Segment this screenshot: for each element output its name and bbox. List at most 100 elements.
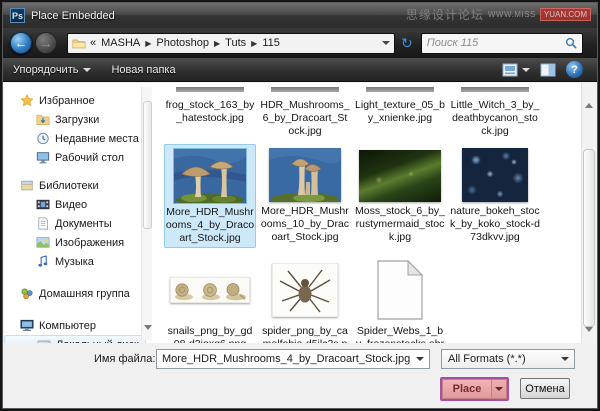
cancel-button[interactable]: Отмена	[520, 378, 570, 399]
file-name: snails_png_by_gd08-d3ioxq6.png	[165, 325, 255, 344]
back-arrow-icon: ←	[15, 37, 28, 50]
dialog-footer: Имя файла: More_HDR_Mushrooms_4_by_Draco…	[4, 343, 596, 407]
forward-button[interactable]: →	[35, 32, 57, 54]
file-item[interactable]: spider_png_by_camelfobia-d5ilc3s.png	[259, 256, 351, 344]
navigation-pane: Избранное Загрузки Недавние места	[4, 83, 152, 344]
title-bar[interactable]: Ps Place Embedded 思缘设计论坛 WWW.MISS YUAN.C…	[3, 3, 597, 28]
documents-icon	[36, 217, 50, 230]
place-button[interactable]: Place	[442, 379, 492, 399]
file-item[interactable]: HDR_Mushrooms_6_by_Dracoart_Stock.jpg	[259, 85, 351, 140]
views-icon	[502, 63, 518, 77]
file-item[interactable]: Spider_Webs_1_by_frozenstocks.abr	[354, 256, 446, 344]
forward-arrow-icon: →	[40, 37, 53, 50]
sidebar-label: Недавние места	[55, 133, 139, 145]
scroll-down-icon[interactable]	[585, 332, 594, 341]
sidebar-item-downloads[interactable]: Загрузки	[4, 110, 152, 129]
file-item[interactable]: nature_bokeh_stock_by_koko_stock-d73dkvv…	[449, 144, 541, 248]
breadcrumb-masha[interactable]: MASHA	[101, 37, 140, 49]
breadcrumb[interactable]: « MASHA ▶ Photoshop ▶ Tuts ▶ 115	[90, 37, 378, 49]
spider-thumbnail	[272, 263, 338, 317]
sidebar-item-video[interactable]: Видео	[4, 195, 152, 214]
scroll-up-icon[interactable]	[585, 86, 594, 95]
sidebar-item-documents[interactable]: Документы	[4, 214, 152, 233]
new-folder-button[interactable]: Новая папка	[101, 58, 185, 81]
file-list-scrollbar[interactable]	[581, 83, 596, 344]
file-name: spider_png_by_camelfobia-d5ilc3s.png	[260, 325, 350, 344]
filename-input[interactable]: More_HDR_Mushrooms_4_by_Dracoart_Stock.j…	[156, 349, 430, 369]
mushrooms-group-thumbnail	[269, 148, 341, 202]
sidebar-label: Компьютер	[39, 320, 96, 332]
sidebar-label: Документы	[55, 218, 112, 230]
scroll-up-icon[interactable]	[144, 90, 151, 97]
scrollbar-thumb[interactable]	[143, 101, 152, 229]
file-name: Little_Witch_3_by_deathbycanon_stock.jpg	[450, 99, 540, 138]
sidebar-label: Избранное	[39, 95, 95, 107]
file-item[interactable]: Little_Witch_3_by_deathbycanon_stock.jpg	[449, 85, 541, 140]
sidebar-item-favorites[interactable]: Избранное	[4, 91, 152, 110]
folder-icon	[72, 38, 86, 49]
address-bar[interactable]: « MASHA ▶ Photoshop ▶ Tuts ▶ 115	[67, 33, 395, 54]
file-item[interactable]: snails_png_by_gd08-d3ioxq6.png	[164, 256, 256, 344]
computer-icon	[20, 319, 34, 332]
watermark: 思缘设计论坛 WWW.MISS YUAN.COM	[406, 6, 591, 23]
views-button[interactable]	[502, 63, 530, 77]
chevron-down-icon	[83, 68, 91, 72]
organize-button[interactable]: Упорядочить	[3, 58, 101, 81]
chevron-down-icon[interactable]	[416, 357, 424, 361]
filename-label: Имя файла:	[94, 353, 155, 365]
help-icon: ?	[571, 64, 578, 76]
file-item[interactable]: Moss_stock_6_by_rustymermaid_stock.jpg	[354, 144, 446, 248]
place-split-button: Place	[440, 377, 509, 401]
main-area: Избранное Загрузки Недавние места	[4, 83, 596, 344]
refresh-icon[interactable]: ↻	[401, 36, 413, 50]
place-embedded-dialog: Ps Place Embedded 思缘设计论坛 WWW.MISS YUAN.C…	[0, 0, 600, 411]
place-dropdown-button[interactable]	[492, 379, 507, 399]
format-select[interactable]: All Formats (*.*)	[441, 349, 575, 369]
scrollbar-thumb[interactable]	[583, 149, 595, 327]
breadcrumb-115[interactable]: 115	[262, 37, 280, 49]
back-button[interactable]: ←	[10, 32, 32, 54]
place-label: Place	[453, 383, 482, 395]
chevron-down-icon	[561, 357, 569, 361]
watermark-url-highlight: YUAN.COM	[540, 8, 591, 21]
organize-label: Упорядочить	[13, 64, 78, 76]
file-item[interactable]: More_HDR_Mushrooms_10_by_Dracoart_Stock.…	[259, 144, 351, 248]
file-item[interactable]: frog_stock_163_by_hatestock.jpg	[164, 85, 256, 140]
search-input[interactable]: Поиск 115	[421, 33, 583, 54]
chevron-down-icon	[495, 387, 503, 391]
sidebar-label: Изображения	[55, 237, 124, 249]
file-name: Spider_Webs_1_by_frozenstocks.abr	[355, 325, 445, 344]
music-icon	[36, 255, 50, 268]
navigation-bar: ← → « MASHA ▶ Photoshop ▶ Tuts ▶ 115 ↻	[3, 28, 597, 58]
chevron-right-icon: ▶	[251, 39, 257, 48]
breadcrumb-tuts[interactable]: Tuts	[225, 37, 246, 49]
pictures-icon	[36, 236, 50, 249]
breadcrumb-overflow[interactable]: «	[90, 37, 96, 49]
sidebar-item-music[interactable]: Музыка	[4, 252, 152, 271]
star-icon	[20, 94, 34, 107]
file-name: HDR_Mushrooms_6_by_Dracoart_Stock.jpg	[260, 99, 350, 138]
sidebar-item-computer[interactable]: Компьютер	[4, 316, 152, 335]
preview-pane-icon[interactable]	[540, 63, 556, 77]
sidebar-item-libraries[interactable]: Библиотеки	[4, 176, 152, 195]
sidebar-item-pictures[interactable]: Изображения	[4, 233, 152, 252]
breadcrumb-photoshop[interactable]: Photoshop	[156, 37, 209, 49]
scroll-down-icon[interactable]	[144, 330, 151, 337]
file-thumbnail-cutoff	[176, 87, 244, 92]
address-dropdown-icon[interactable]	[382, 41, 390, 45]
file-item[interactable]: Light_texture_05_by_xnienke.jpg	[354, 85, 446, 140]
sidebar-item-homegroup[interactable]: Домашняя группа	[4, 284, 152, 303]
sidebar-label: Видео	[55, 199, 87, 211]
libraries-icon	[20, 179, 34, 192]
file-item-selected[interactable]: More_HDR_Mushrooms_4_by_Dracoart_Stock.j…	[164, 144, 256, 248]
blank-document-icon	[375, 259, 425, 321]
file-name: nature_bokeh_stock_by_koko_stock-d73dkvv…	[450, 205, 540, 244]
sidebar-item-recent-places[interactable]: Недавние места	[4, 129, 152, 148]
moss-thumbnail	[359, 150, 441, 202]
sidebar-item-desktop[interactable]: Рабочий стол	[4, 148, 152, 167]
sidebar-label: Рабочий стол	[55, 152, 124, 164]
help-button[interactable]: ?	[566, 61, 583, 78]
file-name: Light_texture_05_by_xnienke.jpg	[355, 99, 445, 125]
recent-places-icon	[36, 132, 50, 145]
sidebar-scrollbar[interactable]	[141, 87, 152, 340]
